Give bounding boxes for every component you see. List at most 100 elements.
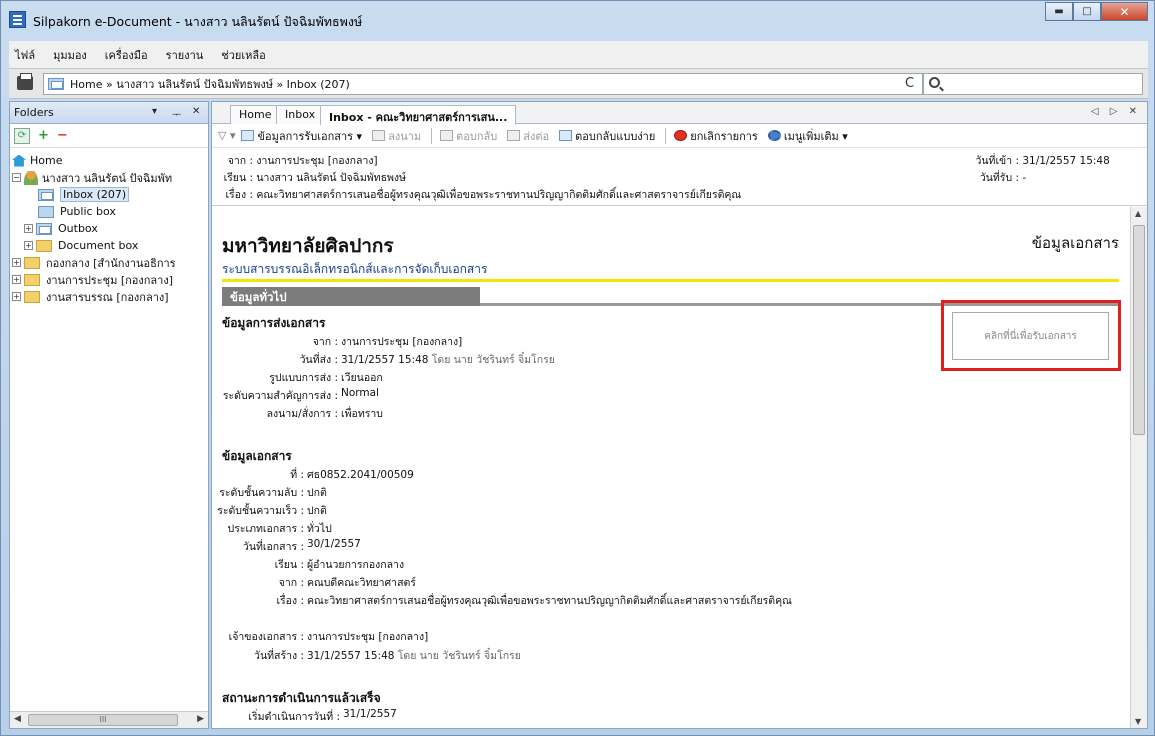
folders-horizontal-scrollbar[interactable]: ◀ III ▶ — [10, 711, 208, 728]
scroll-up-icon[interactable]: ▲ — [1135, 209, 1141, 218]
collapse-icon[interactable]: − — [12, 173, 21, 182]
scroll-down-icon[interactable]: ▼ — [1135, 717, 1141, 726]
more-menu-button[interactable]: เมนูเพิ่มเติม ▾ — [767, 127, 848, 145]
tab-controls[interactable]: ◁ ▷ ✕ — [1091, 106, 1141, 117]
type-label: ประเภทเอกสาร : — [227, 523, 304, 535]
tree-item-records-unit[interactable]: + งานสารบรรณ [กองกลาง] — [10, 288, 208, 305]
main-panel: Home Inbox Inbox - คณะวิทยาศาสตร์การเสน.… — [211, 101, 1148, 729]
created-by: โดย นาย วัชรินทร์ จิ๋มโกรย — [397, 650, 521, 662]
search-icon — [929, 77, 940, 88]
expand-icon[interactable]: + — [24, 241, 33, 250]
tree-item-inbox[interactable]: Inbox (207) — [10, 186, 208, 203]
quick-reply-button[interactable]: ตอบกลับแบบง่าย — [559, 127, 655, 145]
sign-icon — [372, 130, 386, 141]
general-info-tab[interactable]: ข้อมูลทั่วไป — [222, 287, 480, 306]
public-box-icon — [38, 205, 54, 218]
menu-file[interactable]: ไฟล์ — [15, 46, 35, 64]
scroll-thumb[interactable] — [1133, 225, 1145, 435]
sign-button[interactable]: ลงนาม — [372, 127, 421, 145]
system-subtitle: ระบบสารบรรณอิเล็กทรอนิกส์และการจัดเก็บเอ… — [222, 262, 488, 276]
refresh-tree-icon[interactable]: ⟳ — [14, 127, 30, 144]
menu-tools[interactable]: เครื่องมือ — [105, 46, 148, 64]
tree-item-outbox[interactable]: + Outbox — [10, 220, 208, 237]
doc-info-heading: ข้อมูลเอกสาร — [1031, 234, 1119, 252]
tree-item-home[interactable]: Home — [10, 152, 208, 169]
quick-reply-icon — [559, 130, 573, 141]
tree-item-central-division[interactable]: + กองกลาง [สำนักงานอธิการ — [10, 254, 208, 271]
tab-home[interactable]: Home — [230, 105, 281, 124]
sent-by: โดย นาย วัชรินทร์ จิ๋มโกรย — [431, 354, 555, 366]
cancel-icon — [674, 130, 688, 141]
format-value: เวียนออก — [341, 372, 383, 384]
address-path: Home » นางสาว นลินรัตน์ ปัจฉิมพัทธพงษ์ »… — [70, 78, 350, 91]
doc-subject-value: คณะวิทยาศาสตร์การเสนอชื่อผู้ทรงคุณวุฒิเพ… — [307, 595, 792, 607]
tree-item-public-box[interactable]: Public box — [10, 203, 208, 220]
expand-icon[interactable]: + — [12, 292, 21, 301]
filter-icon[interactable]: ▽ ▾ — [218, 129, 235, 142]
folder-icon — [24, 290, 40, 303]
in-date-label: วันที่เข้า : — [975, 155, 1019, 167]
folder-icon — [24, 256, 40, 269]
header-from-value: งานการประชุม [กองกลาง] — [256, 155, 378, 167]
doc-from-value: คณบดีคณะวิทยาศาสตร์ — [307, 577, 416, 589]
document-box-icon — [36, 239, 52, 252]
sent-date-label: วันที่ส่ง : — [299, 354, 338, 366]
doc-to-value: ผู้อำนวยการกองกลาง — [307, 559, 405, 571]
in-date-value: 31/1/2557 15:48 — [1022, 155, 1110, 167]
folders-panel: Folders ▾ ᅮ ✕ ⟳ + − Home − นางสาว นลินรั… — [9, 101, 209, 729]
folders-toolbar: ⟳ + − — [10, 124, 208, 148]
remove-folder-icon[interactable]: − — [57, 128, 68, 143]
receive-info-button[interactable]: ข้อมูลการรับเอกสาร ▾ — [241, 127, 362, 145]
menu-help[interactable]: ช่วยเหลือ — [221, 46, 265, 64]
close-button[interactable]: ✕ — [1101, 2, 1148, 21]
document-content: มหาวิทยาลัยศิลปากร ข้อมูลเอกสาร ระบบสารบ… — [212, 207, 1129, 728]
expand-icon[interactable]: + — [24, 224, 33, 233]
sent-date-value: 31/1/2557 15:48 — [341, 354, 429, 366]
pin-icon[interactable]: ᅮ — [172, 106, 181, 121]
tab-inbox-document[interactable]: Inbox - คณะวิทยาศาสตร์การเสน... — [320, 105, 517, 125]
refresh-icon[interactable]: C — [905, 76, 914, 91]
tree-item-meeting-unit[interactable]: + งานการประชุม [กองกลาง] — [10, 271, 208, 288]
content-vertical-scrollbar[interactable]: ▲ ▼ — [1130, 207, 1147, 728]
tab-strip: Home Inbox Inbox - คณะวิทยาศาสตร์การเสน.… — [212, 102, 1147, 125]
expand-icon[interactable]: + — [12, 275, 21, 284]
user-icon — [24, 170, 38, 185]
doc-to-label: เรียน : — [274, 559, 304, 571]
accent-divider — [222, 279, 1119, 282]
home-icon — [12, 154, 26, 167]
inbox-icon — [38, 188, 54, 201]
tree-item-document-box[interactable]: + Document box — [10, 237, 208, 254]
cancel-item-button[interactable]: ยกเลิกรายการ — [674, 127, 758, 145]
address-field[interactable]: Home » นางสาว นลินรัตน์ ปัจฉิมพัทธพงษ์ »… — [43, 73, 923, 95]
folder-icon — [24, 273, 40, 286]
forward-button[interactable]: ส่งต่อ — [507, 127, 549, 145]
scroll-right-icon[interactable]: ▶ — [197, 714, 204, 724]
search-input[interactable] — [923, 73, 1143, 95]
expand-icon[interactable]: + — [12, 258, 21, 267]
message-header: จาก : งานการประชุม [กองกลาง] เรียน : นาง… — [212, 148, 1147, 206]
order-label: ลงนาม/สั่งการ : — [266, 408, 338, 420]
type-value: ทั่วไป — [307, 523, 332, 535]
print-icon[interactable] — [17, 73, 33, 90]
tree-item-user[interactable]: − นางสาว นลินรัตน์ ปัจฉิมพัท — [10, 169, 208, 186]
send-section-title: ข้อมูลการส่งเอกสาร — [222, 316, 326, 330]
chevron-down-icon[interactable]: ▾ — [152, 106, 157, 117]
reply-button[interactable]: ตอบกลับ — [440, 127, 497, 145]
maximize-button[interactable]: □ — [1073, 2, 1101, 21]
menu-reports[interactable]: รายงาน — [166, 46, 204, 64]
minimize-button[interactable]: ▬ — [1045, 2, 1073, 21]
doc-date-value: 30/1/2557 — [307, 538, 361, 550]
owner-label: เจ้าของเอกสาร : — [228, 631, 304, 643]
panel-close-icon[interactable]: ✕ — [192, 106, 200, 117]
scroll-left-icon[interactable]: ◀ — [14, 714, 21, 724]
tab-inbox[interactable]: Inbox — [276, 105, 325, 124]
secret-label: ระดับชั้นความลับ : — [219, 487, 304, 499]
add-folder-icon[interactable]: + — [38, 128, 49, 143]
format-label: รูปแบบการส่ง : — [269, 372, 338, 384]
window-title: Silpakorn e-Document - นางสาว นลินรัตน์ … — [33, 14, 363, 29]
gear-icon — [767, 130, 781, 141]
title-bar: Silpakorn e-Document - นางสาว นลินรัตน์ … — [1, 1, 1154, 41]
header-to-value: นางสาว นลินรัตน์ ปัจฉิมพัทธพงษ์ — [256, 172, 406, 184]
scroll-thumb[interactable]: III — [28, 714, 178, 726]
menu-view[interactable]: มุมมอง — [53, 46, 87, 64]
